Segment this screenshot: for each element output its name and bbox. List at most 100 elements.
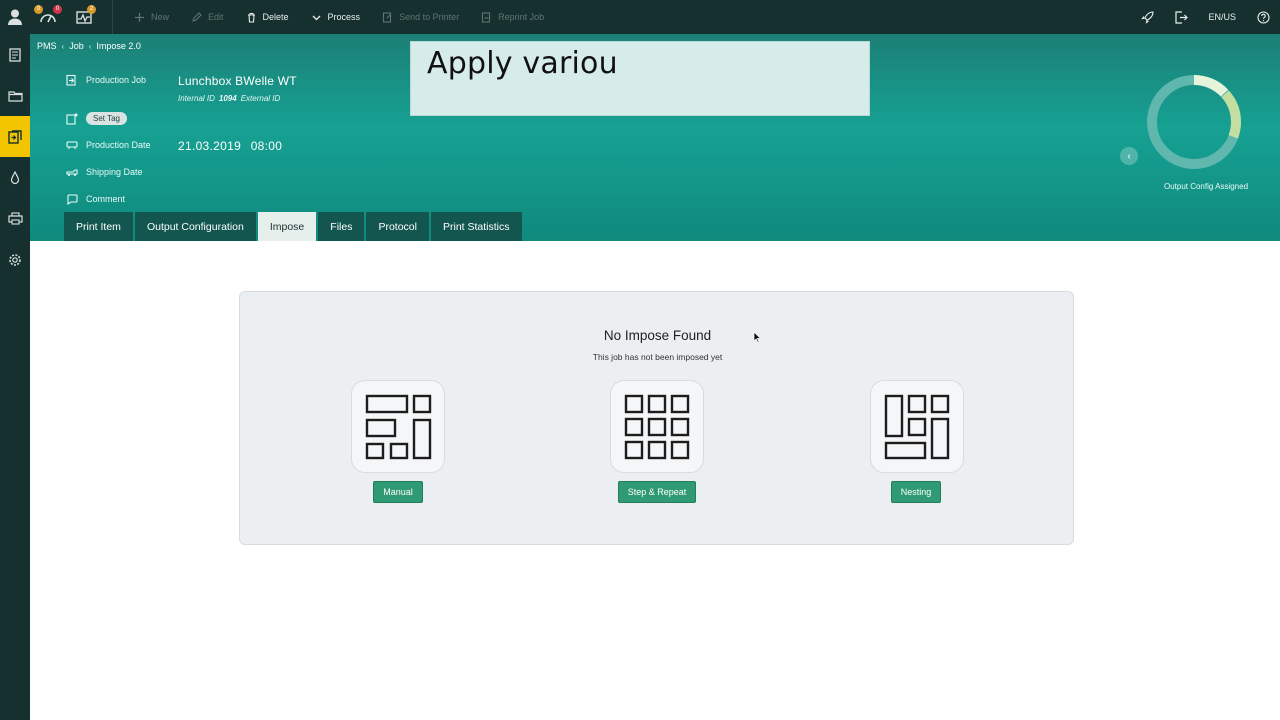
breadcrumb-impose: Impose 2.0 (96, 41, 141, 51)
launch-button[interactable] (1130, 0, 1164, 34)
chevron-down-icon (312, 15, 321, 20)
production-date-label: Production Date (86, 140, 151, 150)
production-job-label: Production Job (86, 75, 147, 85)
notification-badge-2: 0 (53, 5, 62, 14)
output-config-status: ‹ › Output Config Assigned (1118, 70, 1280, 230)
production-job-icon (66, 74, 76, 86)
sidebar-item-documents[interactable] (0, 34, 30, 75)
toolbar-right: EN/US (1130, 0, 1280, 34)
document-icon (9, 47, 21, 62)
shipping-icon (66, 169, 78, 176)
job-ids: Internal ID 1094 External ID (178, 94, 280, 103)
logout-icon (1175, 10, 1189, 24)
manual-button[interactable]: Manual (373, 481, 423, 503)
tab-files[interactable]: Files (318, 212, 365, 241)
trash-icon (247, 12, 255, 23)
shipping-date-row: Shipping Date (66, 166, 143, 178)
activity-notifications[interactable]: 2 (66, 0, 102, 34)
sidebar-item-inks[interactable] (0, 157, 30, 198)
logout-button[interactable] (1164, 0, 1198, 34)
rocket-icon (1141, 10, 1154, 24)
prev-button[interactable]: ‹ (1120, 147, 1138, 165)
delete-button[interactable]: Delete (235, 0, 300, 34)
help-button[interactable] (1246, 0, 1280, 34)
send-to-printer-label: Send to Printer (399, 12, 460, 22)
caption-text: Apply variou (427, 46, 618, 81)
mouse-cursor-icon (753, 331, 761, 343)
job-tabs: Print Item Output Configuration Impose F… (64, 212, 522, 241)
manual-card[interactable] (351, 380, 445, 473)
edit-button-label: Edit (208, 12, 224, 22)
tag-edit-icon (66, 113, 78, 125)
breadcrumb: PMS ‹ Job ‹ Impose 2.0 (37, 41, 141, 51)
reprint-icon (482, 11, 491, 23)
production-job-icon (8, 129, 22, 144)
tag-row: Set Tag (66, 112, 127, 125)
chevron-left-icon: ‹ (1127, 150, 1131, 162)
manual-option: Manual (351, 380, 445, 503)
production-date: 21.03.2019 (178, 139, 242, 153)
send-document-icon (383, 11, 392, 23)
help-icon (1256, 10, 1270, 24)
comment-row: Comment (66, 193, 125, 205)
tab-impose[interactable]: Impose (257, 212, 317, 241)
nesting-button[interactable]: Nesting (891, 481, 941, 503)
user-avatar[interactable] (0, 0, 30, 34)
top-toolbar: 0 0 2 New Edit Delete Process Send to Pr… (0, 0, 1280, 34)
step-repeat-option: Step & Repeat (610, 380, 704, 503)
machine-icon (66, 141, 78, 149)
left-sidebar (0, 34, 30, 720)
sidebar-item-settings[interactable] (0, 239, 30, 280)
tab-print-item[interactable]: Print Item (64, 212, 133, 241)
reprint-job-button[interactable]: Reprint Job (470, 0, 555, 34)
chevron-left-icon: ‹ (61, 41, 65, 51)
manual-layout-icon (365, 394, 432, 459)
new-button[interactable]: New (123, 0, 180, 34)
production-date-row: Production Date (66, 139, 151, 151)
user-icon (8, 9, 22, 25)
tab-print-statistics[interactable]: Print Statistics (430, 212, 522, 241)
notification-badge-1: 0 (34, 5, 43, 14)
sidebar-item-folders[interactable] (0, 75, 30, 116)
dashboard-notifications[interactable]: 0 0 (30, 0, 66, 34)
pencil-icon (192, 11, 202, 22)
sidebar-item-printers[interactable] (0, 198, 30, 239)
set-tag-button[interactable]: Set Tag (86, 112, 127, 125)
nesting-card[interactable] (870, 380, 964, 473)
send-to-printer-button[interactable]: Send to Printer (371, 0, 470, 34)
ink-drop-icon (10, 170, 20, 184)
breadcrumb-pms[interactable]: PMS (37, 41, 57, 51)
external-id-label: External ID (240, 94, 281, 103)
plus-icon (135, 12, 144, 22)
shipping-date-label: Shipping Date (86, 167, 143, 177)
output-config-donut (1147, 75, 1241, 169)
delete-button-label: Delete (262, 12, 289, 22)
gear-icon (9, 253, 21, 266)
step-repeat-button[interactable]: Step & Repeat (618, 481, 696, 503)
breadcrumb-job[interactable]: Job (69, 41, 84, 51)
process-button-label: Process (327, 12, 361, 22)
language-selector[interactable]: EN/US (1198, 12, 1246, 22)
step-repeat-grid-icon (624, 394, 690, 459)
no-impose-title: No Impose Found (603, 328, 712, 343)
tab-protocol[interactable]: Protocol (366, 212, 429, 241)
step-repeat-card[interactable] (610, 380, 704, 473)
nesting-layout-icon (884, 394, 950, 459)
edit-button[interactable]: Edit (180, 0, 235, 34)
nesting-option: Nesting (870, 380, 964, 503)
output-config-label: Output Config Assigned (1163, 182, 1249, 191)
production-time: 08:00 (250, 139, 283, 153)
notification-badge-3: 2 (87, 5, 96, 14)
impose-panel: No Impose Found This job has not been im… (239, 291, 1074, 545)
comment-label: Comment (86, 194, 126, 204)
tab-output-configuration[interactable]: Output Configuration (134, 212, 256, 241)
job-title: Lunchbox BWelle WT (178, 74, 297, 88)
printer-icon (7, 212, 23, 225)
production-date-value: 21.03.2019 08:00 (178, 139, 282, 153)
chevron-left-icon: ‹ (88, 41, 92, 51)
production-job-row: Production Job (66, 74, 146, 86)
internal-id-label: Internal ID (178, 94, 215, 103)
sidebar-item-production-jobs[interactable] (0, 116, 30, 157)
no-impose-subtitle: This job has not been imposed yet (592, 352, 723, 362)
process-dropdown[interactable]: Process (300, 0, 372, 34)
